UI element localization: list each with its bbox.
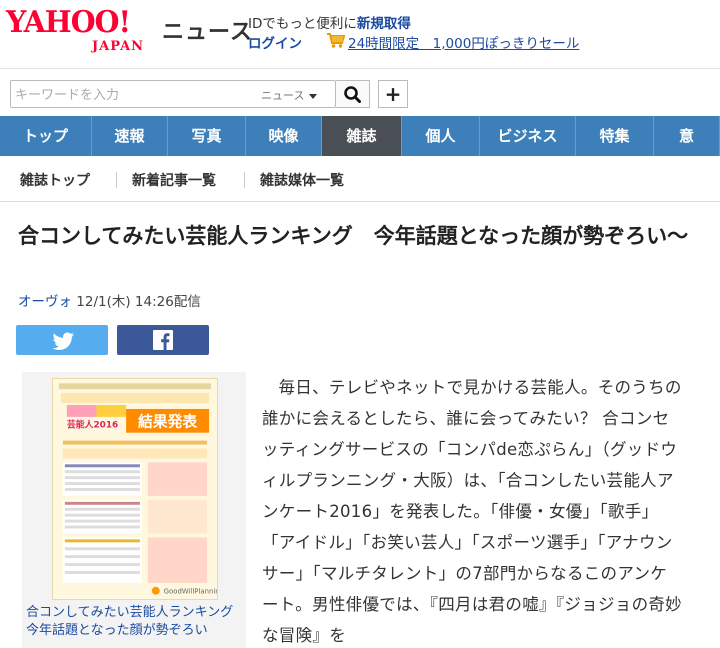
figure-caption[interactable]: 合コンしてみたい芸能人ランキング 今年話題となった顔が勢ぞろい bbox=[26, 604, 246, 640]
search-box: ニュース bbox=[10, 80, 336, 108]
signup-link[interactable]: 新規取得 bbox=[357, 16, 411, 32]
logo-text: YAHOO! bbox=[6, 5, 131, 40]
svg-text:結果発表: 結果発表 bbox=[138, 413, 197, 431]
subnav-item-new-articles[interactable]: 新着記事一覧 bbox=[132, 170, 216, 190]
nav-item-3[interactable]: 映像 bbox=[246, 116, 322, 156]
search-scope-label: ニュース bbox=[261, 89, 305, 102]
id-promo-text: IDでもっと便利に bbox=[248, 16, 357, 32]
yahoo-japan-logo[interactable]: YAHOO! JAPAN bbox=[6, 6, 160, 56]
nav-item-4[interactable]: 雑誌 bbox=[322, 116, 402, 156]
publish-datetime: 12/1(木) 14:26配信 bbox=[76, 294, 201, 310]
id-promo: IDでもっと便利に新規取得 bbox=[248, 12, 411, 32]
chevron-down-icon bbox=[309, 93, 318, 99]
nav-item-0[interactable]: トップ bbox=[0, 116, 92, 156]
article-meta: オーヴォ 12/1(木) 14:26配信 bbox=[18, 290, 201, 310]
nav-item-6[interactable]: ビジネス bbox=[480, 116, 576, 156]
article-image[interactable]: 結果発表 芸能人2016 GoodWillPlanning bbox=[52, 378, 218, 600]
nav-item-8[interactable]: 意 bbox=[654, 116, 720, 156]
twitter-icon bbox=[52, 332, 74, 350]
service-name[interactable]: ニュース bbox=[162, 14, 253, 46]
article-title: 合コンしてみたい芸能人ランキング 今年話題となった顔が勢ぞろい〜 bbox=[18, 224, 689, 248]
facebook-icon bbox=[153, 330, 173, 350]
nav-item-7[interactable]: 特集 bbox=[576, 116, 654, 156]
subnav-item-magazine-top[interactable]: 雑誌トップ bbox=[20, 170, 90, 190]
search-button[interactable] bbox=[336, 80, 370, 108]
nav-item-2[interactable]: 写真 bbox=[168, 116, 246, 156]
twitter-share-button[interactable] bbox=[16, 325, 108, 355]
search-bar: ニュース + bbox=[0, 68, 720, 116]
global-nav: トップ 速報 写真 映像 雑誌 個人 ビジネス 特集意 bbox=[0, 116, 720, 156]
sale-link[interactable]: 24時間限定 1,000円ぽっきりセール bbox=[348, 32, 579, 52]
subnav-item-media-list[interactable]: 雑誌媒体一覧 bbox=[260, 170, 344, 190]
cart-icon bbox=[327, 33, 346, 48]
article-body: 毎日、テレビやネットで見かける芸能人。そのうちの誰かに会えるとしたら、誰に会って… bbox=[262, 378, 682, 645]
search-icon bbox=[344, 86, 361, 103]
site-header: YAHOO! JAPAN ニュース IDでもっと便利に新規取得 ログイン 24時… bbox=[0, 0, 720, 68]
logo-subtext: JAPAN bbox=[92, 39, 145, 54]
search-scope-select[interactable]: ニュース bbox=[261, 87, 318, 103]
search-input[interactable] bbox=[15, 85, 251, 105]
svg-text:芸能人2016: 芸能人2016 bbox=[67, 419, 118, 431]
article-figure[interactable]: 結果発表 芸能人2016 GoodWillPlanning 合コンしてみたい芸能… bbox=[22, 372, 246, 648]
add-button[interactable]: + bbox=[378, 80, 408, 108]
nav-item-1[interactable]: 速報 bbox=[92, 116, 168, 156]
subnav-divider bbox=[116, 172, 117, 188]
figure-brand: GoodWillPlanning bbox=[164, 588, 218, 596]
source-link[interactable]: オーヴォ bbox=[18, 294, 72, 310]
subnav-divider bbox=[244, 172, 245, 188]
nav-item-5[interactable]: 個人 bbox=[402, 116, 480, 156]
sub-nav: 雑誌トップ 新着記事一覧 雑誌媒体一覧 bbox=[0, 156, 720, 202]
facebook-share-button[interactable] bbox=[117, 325, 209, 355]
login-link[interactable]: ログイン bbox=[248, 32, 302, 52]
